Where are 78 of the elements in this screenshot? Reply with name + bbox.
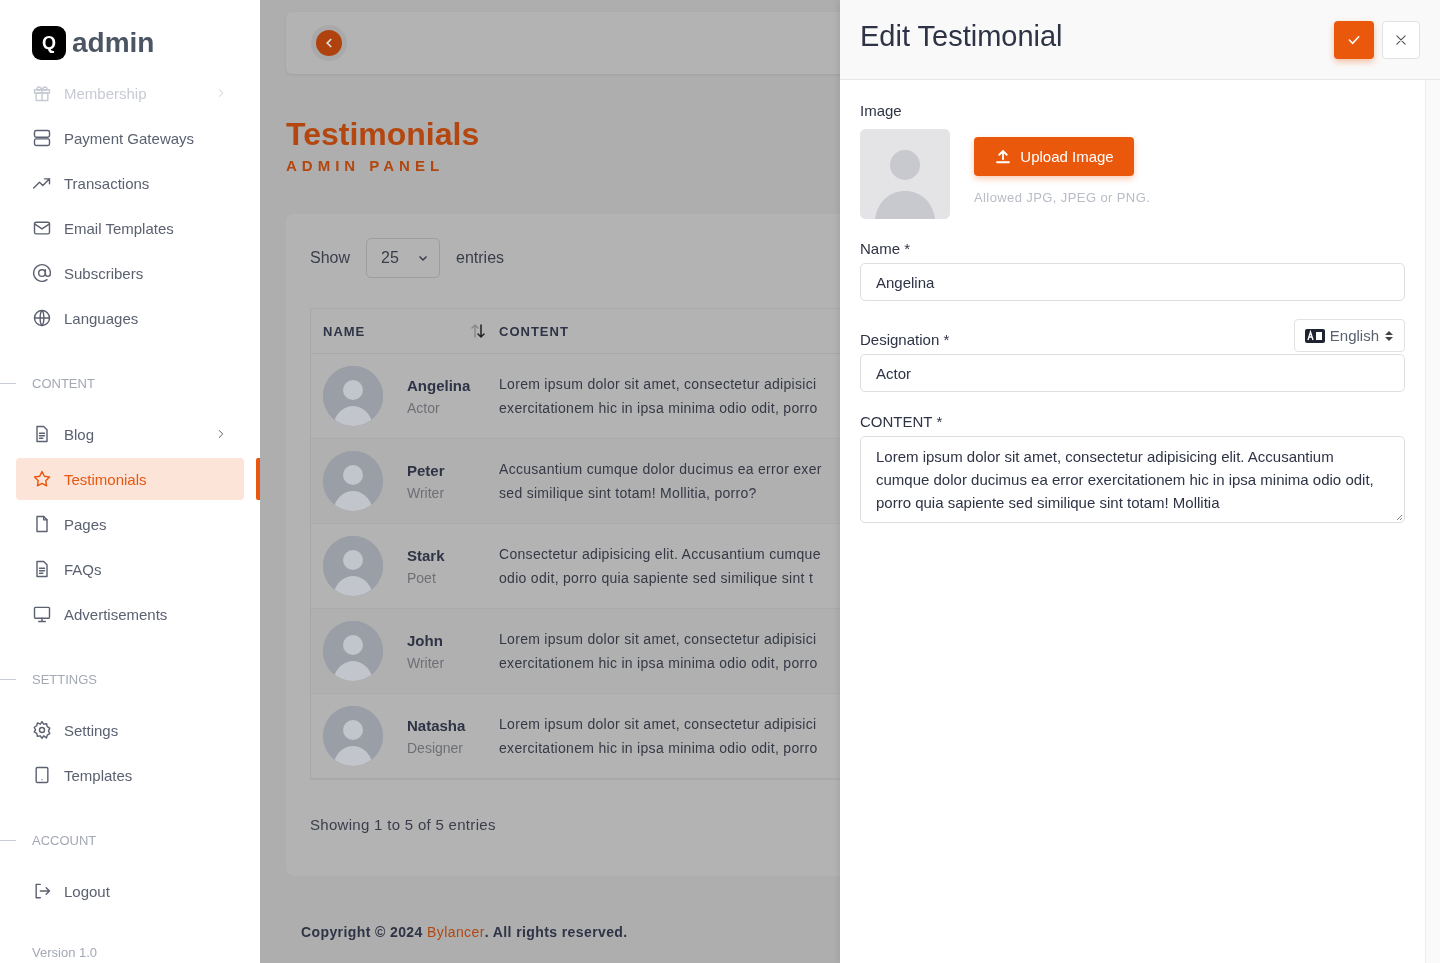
avatar-placeholder <box>323 536 383 596</box>
upload-hint: Allowed JPG, JPEG or PNG. <box>974 190 1151 205</box>
input-field[interactable]: Angelina <box>860 263 1405 301</box>
sidebar-item[interactable]: Pages <box>16 503 244 545</box>
field-label: CONTENT * <box>860 413 943 430</box>
field-label: Image <box>860 102 903 119</box>
sidebar-item[interactable]: Subscribers <box>16 252 244 294</box>
person-designation: Actor <box>407 399 441 416</box>
logo-text: admin <box>72 27 155 59</box>
resize-handle-icon[interactable] <box>1395 513 1403 521</box>
gift-icon <box>32 83 52 103</box>
person-name: Angelina <box>407 376 472 394</box>
upload-icon <box>994 147 1013 166</box>
translate-icon <box>1304 328 1325 343</box>
content-textarea[interactable]: Lorem ipsum dolor sit amet, consectetur adipisicing elit. Accusantium cumque dolor ducimus ea error exercitationem hic in ipsa minima odio odit, porro quia sapiente sed similique sint totam! Mollitia <box>860 436 1405 523</box>
sort-icon[interactable] <box>469 322 487 340</box>
testimonial-text: Accusantium cumque dolor ducimus ea error exer sed similique sint totam! Mollitia, porro? <box>499 460 822 503</box>
tablet-icon <box>32 765 52 785</box>
testimonial-text: Lorem ipsum dolor sit amet, consectetur adipisici exercitationem hic in ipsa minima odio odit, porro <box>499 375 818 418</box>
logo-mark: Q <box>32 26 66 60</box>
sidebar-item[interactable]: Languages <box>16 297 244 339</box>
section-heading: CONTENT <box>32 376 95 391</box>
sidebar-item[interactable]: Email Templates <box>16 207 244 249</box>
sidebar-item[interactable]: Settings <box>16 709 244 751</box>
length-label: Show <box>310 249 351 267</box>
server-icon <box>32 128 52 148</box>
drawer-title: Edit Testimonial <box>860 20 1063 53</box>
avatar-placeholder <box>323 706 383 766</box>
star-icon <box>32 469 52 489</box>
sort-arrows-icon <box>1384 329 1394 342</box>
section-heading: ACCOUNT <box>32 833 97 848</box>
testimonial-text: Lorem ipsum dolor sit amet, consectetur adipisici exercitationem hic in ipsa minima odio odit, porro <box>499 715 818 758</box>
column-header[interactable]: CONTENT <box>499 323 569 339</box>
avatar-placeholder <box>323 621 383 681</box>
page-subtitle: ADMIN PANEL <box>286 157 446 174</box>
close-icon <box>1394 32 1408 47</box>
person-designation: Poet <box>407 569 437 586</box>
close-button[interactable] <box>1382 20 1420 59</box>
length-label: entries <box>456 249 505 267</box>
section-heading: SETTINGS <box>32 672 97 687</box>
sidebar-item[interactable]: Payment Gateways <box>16 117 244 159</box>
field-label: Name * <box>860 240 911 257</box>
monitor-icon <box>32 604 52 624</box>
at-sign-icon <box>32 263 52 283</box>
globe-icon <box>32 308 52 328</box>
person-designation: Designer <box>407 739 465 756</box>
copyright-text: Copyright © 2024 Bylancer. All rights reserved. <box>300 924 629 940</box>
sidebar-item[interactable]: Templates <box>16 754 244 796</box>
person-name: Stark <box>407 546 446 564</box>
gear-icon <box>32 720 52 740</box>
field-label: Designation * <box>860 331 950 348</box>
sidebar-item[interactable]: Advertisements <box>16 593 244 635</box>
envelope-icon <box>32 218 52 238</box>
person-name: Natasha <box>407 716 467 734</box>
person-name: John <box>407 631 444 649</box>
avatar-placeholder <box>323 366 383 426</box>
entries-select[interactable]: 25 <box>366 238 441 278</box>
logout-icon <box>32 881 52 901</box>
column-header[interactable]: NAME <box>323 323 366 339</box>
testimonial-text: Consectetur adipisicing elit. Accusantium cumque odio odit, porro quia sapiente sed similique sint t <box>499 545 821 588</box>
active-indicator <box>256 458 260 500</box>
version-text: Version 1.0 <box>32 945 99 960</box>
avatar-placeholder <box>323 451 383 511</box>
table-info: Showing 1 to 5 of 5 entries <box>310 816 497 833</box>
sidebar-item[interactable]: FAQs <box>16 548 244 590</box>
person-name: Peter <box>407 461 446 479</box>
save-button[interactable] <box>1334 20 1374 59</box>
person-designation: Writer <box>407 484 446 501</box>
page-title: Testimonials <box>286 116 481 153</box>
upload-button[interactable]: Upload Image <box>974 137 1134 176</box>
scrollbar-track[interactable] <box>1425 80 1440 963</box>
sidebar-item[interactable]: Blog <box>16 413 244 455</box>
sidebar-item[interactable]: Transactions <box>16 162 244 204</box>
testimonial-text: Lorem ipsum dolor sit amet, consectetur adipisici exercitationem hic in ipsa minima odio odit, porro <box>499 630 818 673</box>
sidebar-item[interactable]: Logout <box>16 870 244 912</box>
input-field[interactable]: Actor <box>860 354 1405 392</box>
language-select[interactable]: English <box>1293 319 1405 352</box>
person-designation: Writer <box>407 654 446 671</box>
